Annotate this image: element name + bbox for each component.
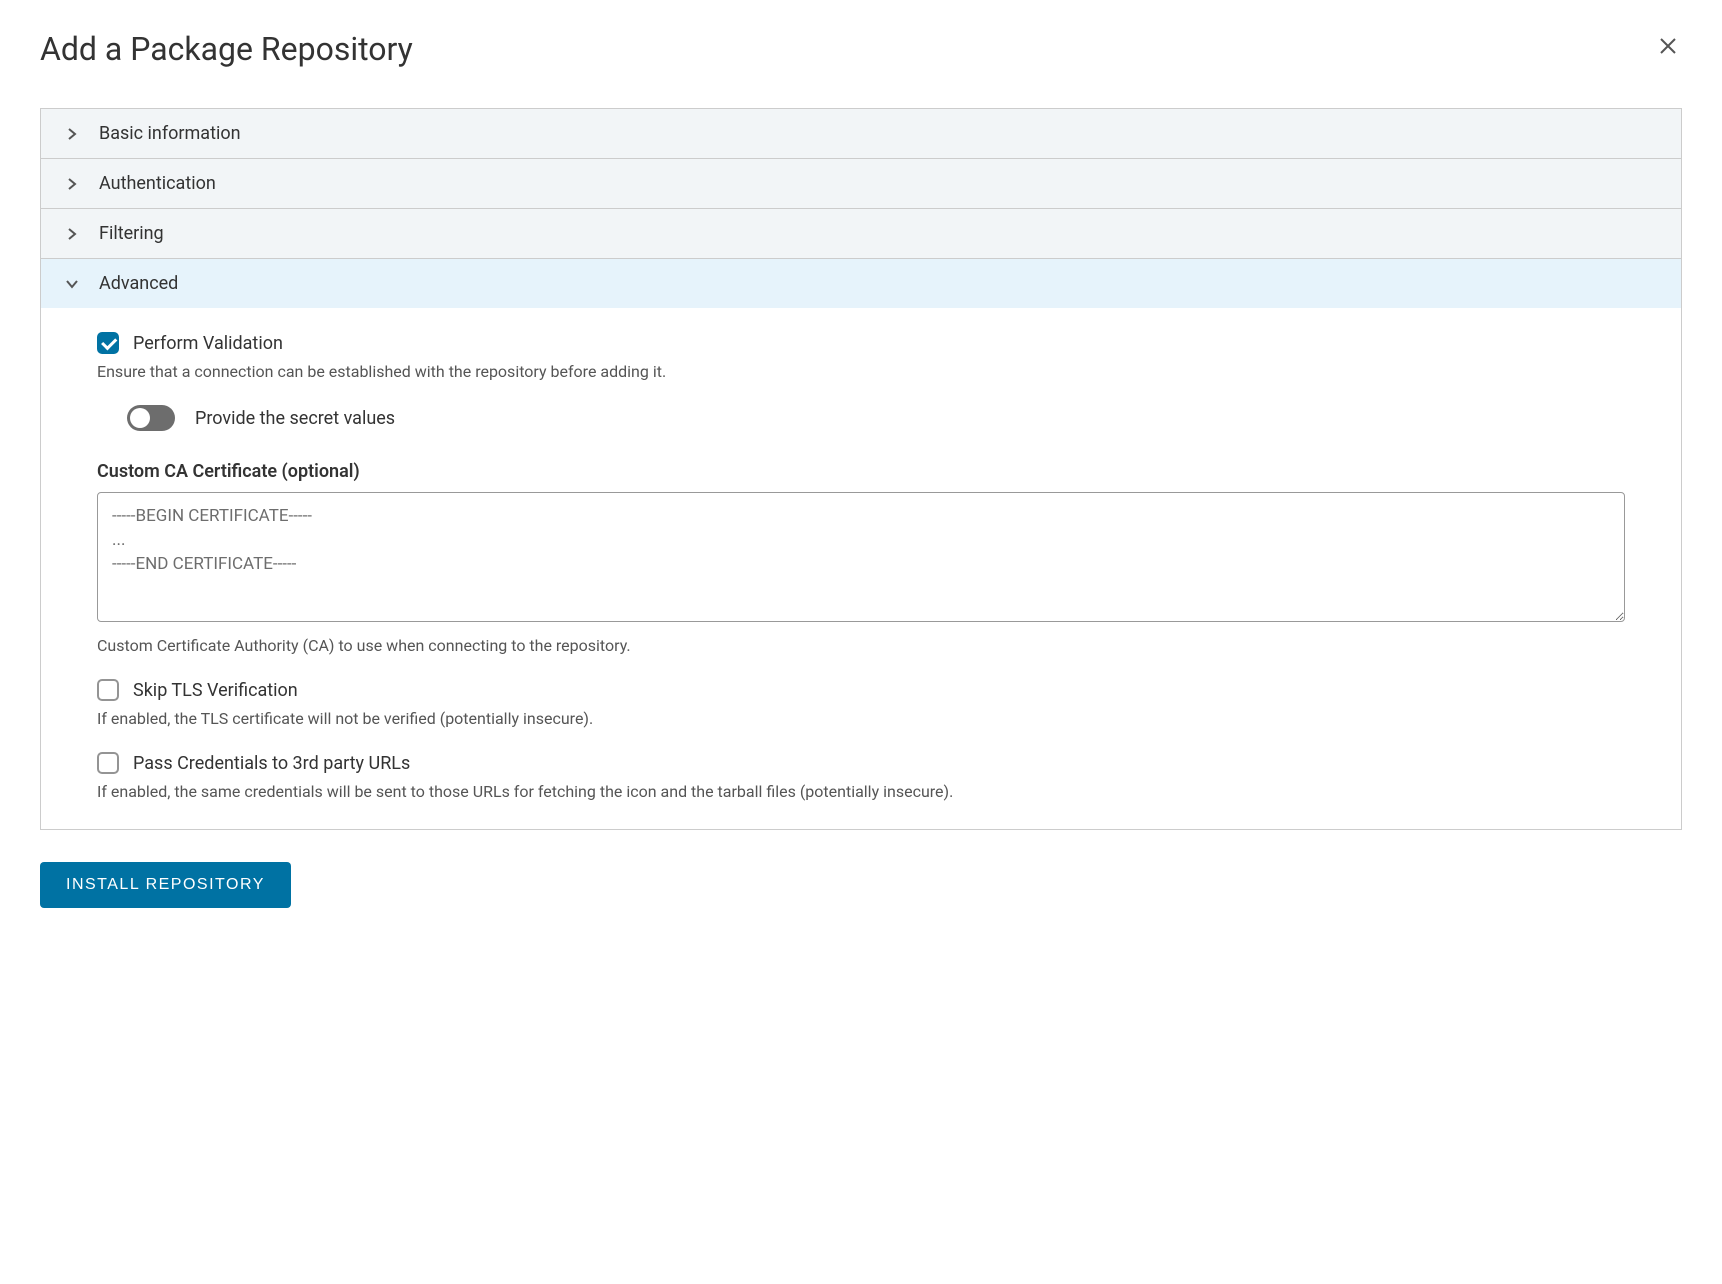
close-button[interactable] [1654,31,1682,67]
pass-credentials-row: Pass Credentials to 3rd party URLs If en… [97,752,1625,801]
custom-ca-label: Custom CA Certificate (optional) [97,461,1625,482]
section-body-advanced: Perform Validation Ensure that a connect… [41,308,1681,829]
provide-secret-row: Provide the secret values [127,405,1625,431]
section-header-filtering[interactable]: Filtering [41,209,1681,258]
accordion: Basic information Authentication Filteri… [40,108,1682,830]
chevron-right-icon [65,177,79,191]
pass-credentials-checkbox[interactable] [97,752,119,774]
chevron-right-icon [65,127,79,141]
skip-tls-label: Skip TLS Verification [133,680,298,701]
custom-ca-help: Custom Certificate Authority (CA) to use… [97,636,1625,655]
install-repository-button[interactable]: INSTALL REPOSITORY [40,862,291,908]
modal-title: Add a Package Repository [40,30,413,68]
section-label: Advanced [99,273,178,294]
chevron-right-icon [65,227,79,241]
section-label: Filtering [99,223,164,244]
section-label: Basic information [99,123,241,144]
skip-tls-help: If enabled, the TLS certificate will not… [97,709,1625,728]
perform-validation-checkbox[interactable] [97,332,119,354]
section-advanced: Advanced Perform Validation Ensure that … [41,259,1681,829]
modal-header: Add a Package Repository [40,30,1682,68]
skip-tls-checkbox[interactable] [97,679,119,701]
section-basic-information: Basic information [41,109,1681,159]
perform-validation-help: Ensure that a connection can be establis… [97,362,1625,381]
skip-tls-row: Skip TLS Verification If enabled, the TL… [97,679,1625,728]
pass-credentials-label: Pass Credentials to 3rd party URLs [133,753,410,774]
toggle-knob [130,408,150,428]
custom-ca-row: Custom CA Certificate (optional) Custom … [97,461,1625,655]
section-header-advanced[interactable]: Advanced [41,259,1681,308]
chevron-down-icon [65,277,79,291]
provide-secret-label: Provide the secret values [195,408,395,429]
section-header-authentication[interactable]: Authentication [41,159,1681,208]
section-label: Authentication [99,173,216,194]
section-authentication: Authentication [41,159,1681,209]
perform-validation-label: Perform Validation [133,333,283,354]
perform-validation-row: Perform Validation Ensure that a connect… [97,332,1625,381]
pass-credentials-help: If enabled, the same credentials will be… [97,782,1625,801]
close-icon [1658,35,1678,62]
provide-secret-toggle[interactable] [127,405,175,431]
section-header-basic-information[interactable]: Basic information [41,109,1681,158]
custom-ca-textarea[interactable] [97,492,1625,622]
section-filtering: Filtering [41,209,1681,259]
